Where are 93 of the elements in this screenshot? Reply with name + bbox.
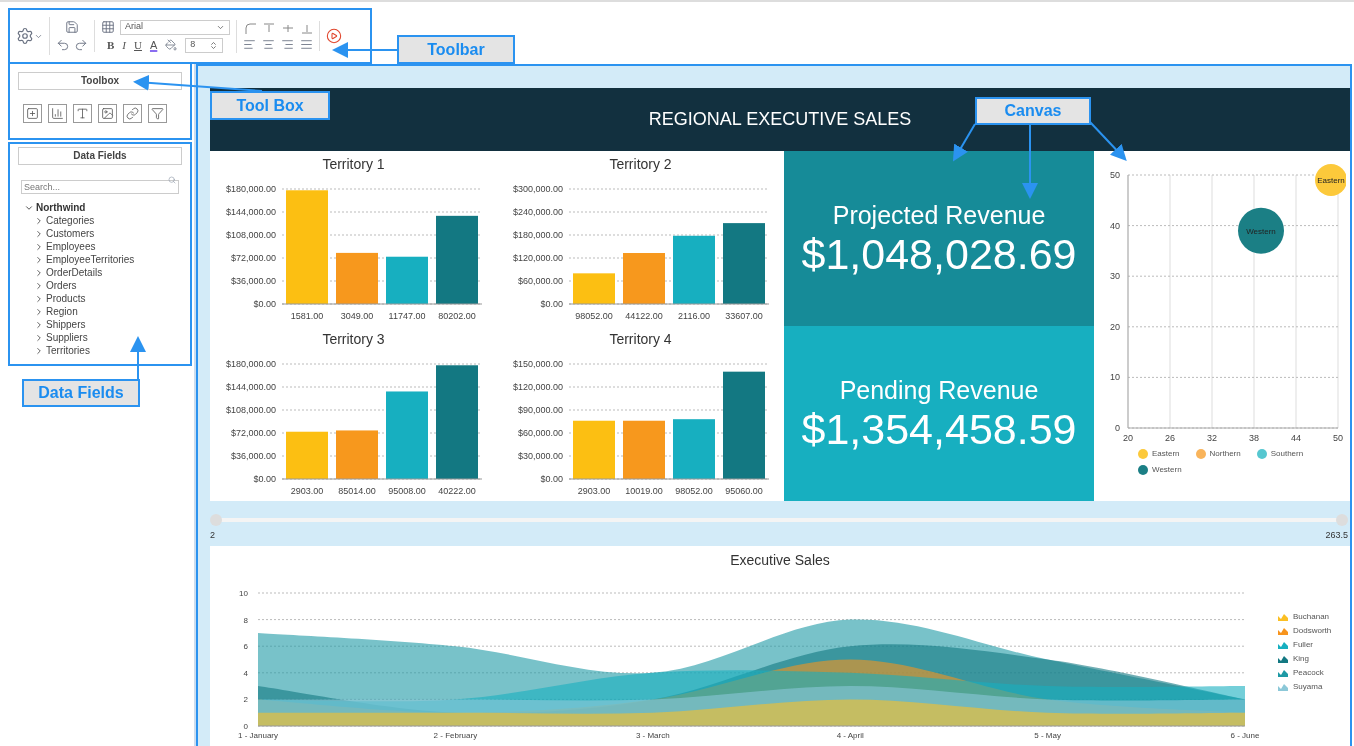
axis-tick-label: 8 — [243, 615, 248, 625]
axis-tick-label: 40 — [1110, 220, 1120, 231]
revenue-value: $1,354,458.59 — [801, 404, 1077, 453]
axis-tick-label: $240,000.00 — [512, 207, 563, 217]
legend-label: Northern — [1209, 448, 1241, 460]
legend-label: Suyama — [1293, 681, 1323, 693]
chart-title: Territory 2 — [609, 155, 672, 174]
axis-tick-label: $72,000.00 — [230, 253, 276, 263]
axis-tick-label: 10 — [239, 589, 248, 598]
axis-tick-label: 85014.00 — [337, 486, 376, 496]
axis-tick-label: 50 — [1110, 170, 1120, 180]
axis-tick-label: 10019.00 — [624, 486, 663, 496]
axis-tick-label: $180,000.00 — [225, 359, 276, 369]
axis-tick-label: 95008.00 — [387, 486, 426, 496]
axis-tick-label: 4 — [243, 668, 248, 678]
legend-label: Western — [1152, 464, 1182, 476]
axis-tick-label: $120,000.00 — [512, 253, 563, 263]
revenue-value: $1,048,028.69 — [801, 229, 1077, 278]
callout-label: Data Fields — [22, 379, 140, 407]
chart-title: Territory 4 — [609, 330, 672, 349]
axis-tick-label: $0.00 — [540, 299, 563, 309]
legend-label: Fuller — [1293, 639, 1313, 651]
callout-label: Tool Box — [210, 91, 330, 120]
axis-tick-label: $300,000.00 — [512, 184, 563, 194]
axis-tick-label: $72,000.00 — [230, 428, 276, 438]
axis-tick-label: 2 - February — [433, 731, 478, 740]
legend-label: Dodsworth — [1293, 625, 1332, 637]
chart-title: Territory 1 — [322, 155, 385, 174]
axis-tick-label: 6 - June — [1230, 731, 1260, 740]
axis-tick-label: 32 — [1207, 433, 1217, 443]
axis-tick-label: 50 — [1333, 433, 1343, 443]
axis-tick-label: 1581.00 — [290, 311, 323, 321]
axis-tick-label: $144,000.00 — [225, 207, 276, 217]
axis-tick-label: 38 — [1249, 433, 1259, 443]
axis-tick-label: 4 - April — [836, 731, 864, 740]
axis-tick-label: 3049.00 — [340, 311, 373, 321]
slider-max-label: 263.5 — [1325, 529, 1348, 542]
chart-title: Executive Sales — [730, 551, 830, 570]
axis-tick-label: $108,000.00 — [225, 405, 276, 415]
axis-tick-label: 2903.00 — [290, 486, 323, 496]
axis-tick-label: 33607.00 — [724, 311, 763, 321]
revenue-label: Projected Revenue — [832, 199, 1046, 230]
revenue-label: Pending Revenue — [839, 374, 1039, 405]
axis-tick-label: $0.00 — [253, 474, 276, 484]
callout-label: Toolbar — [397, 35, 515, 64]
axis-tick-label: 44122.00 — [624, 311, 663, 321]
panel-title: Toolbox — [18, 72, 182, 90]
bubble-label: Eastern — [1317, 176, 1345, 186]
axis-tick-label: $30,000.00 — [517, 451, 563, 461]
axis-tick-label: 3 - March — [635, 731, 670, 740]
axis-tick-label: $150,000.00 — [512, 359, 563, 369]
axis-tick-label: $180,000.00 — [512, 230, 563, 240]
axis-tick-label: 0 — [1115, 423, 1120, 433]
axis-tick-label: 20 — [1110, 321, 1120, 332]
axis-tick-label: 6 — [243, 642, 248, 652]
legend-label: Southern — [1270, 448, 1304, 460]
axis-tick-label: 30 — [1110, 271, 1120, 282]
axis-tick-label: 80202.00 — [437, 311, 476, 321]
axis-tick-label: 98052.00 — [574, 311, 613, 321]
axis-tick-label: $36,000.00 — [230, 276, 276, 286]
axis-tick-label: 1 - January — [238, 731, 278, 740]
legend-label: King — [1293, 653, 1309, 665]
axis-tick-label: 2903.00 — [577, 486, 610, 496]
axis-tick-label: 44 — [1291, 433, 1301, 443]
axis-tick-label: 26 — [1165, 433, 1175, 443]
axis-tick-label: $36,000.00 — [230, 451, 276, 461]
axis-tick-label: 0 — [243, 722, 248, 731]
axis-tick-label: $60,000.00 — [517, 428, 563, 438]
axis-tick-label: 95060.00 — [724, 486, 763, 496]
axis-tick-label: $0.00 — [540, 474, 563, 484]
axis-tick-label: $120,000.00 — [512, 382, 563, 392]
axis-tick-label: $0.00 — [253, 299, 276, 309]
panel-title: Data Fields — [18, 147, 182, 165]
legend-label: Eastern — [1152, 448, 1180, 460]
axis-tick-label: 98052.00 — [674, 486, 713, 496]
axis-tick-label: $90,000.00 — [517, 405, 563, 415]
axis-tick-label: $180,000.00 — [225, 184, 276, 194]
axis-tick-label: 2116.00 — [677, 311, 710, 321]
axis-tick-label: 20 — [1123, 433, 1133, 443]
axis-tick-label: 10 — [1110, 372, 1120, 383]
legend-label: Buchanan — [1293, 611, 1330, 623]
axis-tick-label: 40222.00 — [437, 486, 476, 496]
axis-tick-label: 2 — [243, 695, 248, 705]
legend-label: Peacock — [1293, 667, 1324, 679]
axis-tick-label: 11747.00 — [388, 311, 425, 321]
chart-title: Territory 3 — [322, 330, 385, 349]
axis-tick-label: $108,000.00 — [225, 230, 276, 240]
slider-min-label: 2 — [210, 529, 215, 542]
callout-label: Canvas — [975, 97, 1091, 125]
axis-tick-label: $60,000.00 — [517, 276, 563, 286]
bubble-label: Western — [1246, 226, 1276, 236]
axis-tick-label: $144,000.00 — [225, 382, 276, 392]
axis-tick-label: 5 - May — [1034, 731, 1061, 740]
